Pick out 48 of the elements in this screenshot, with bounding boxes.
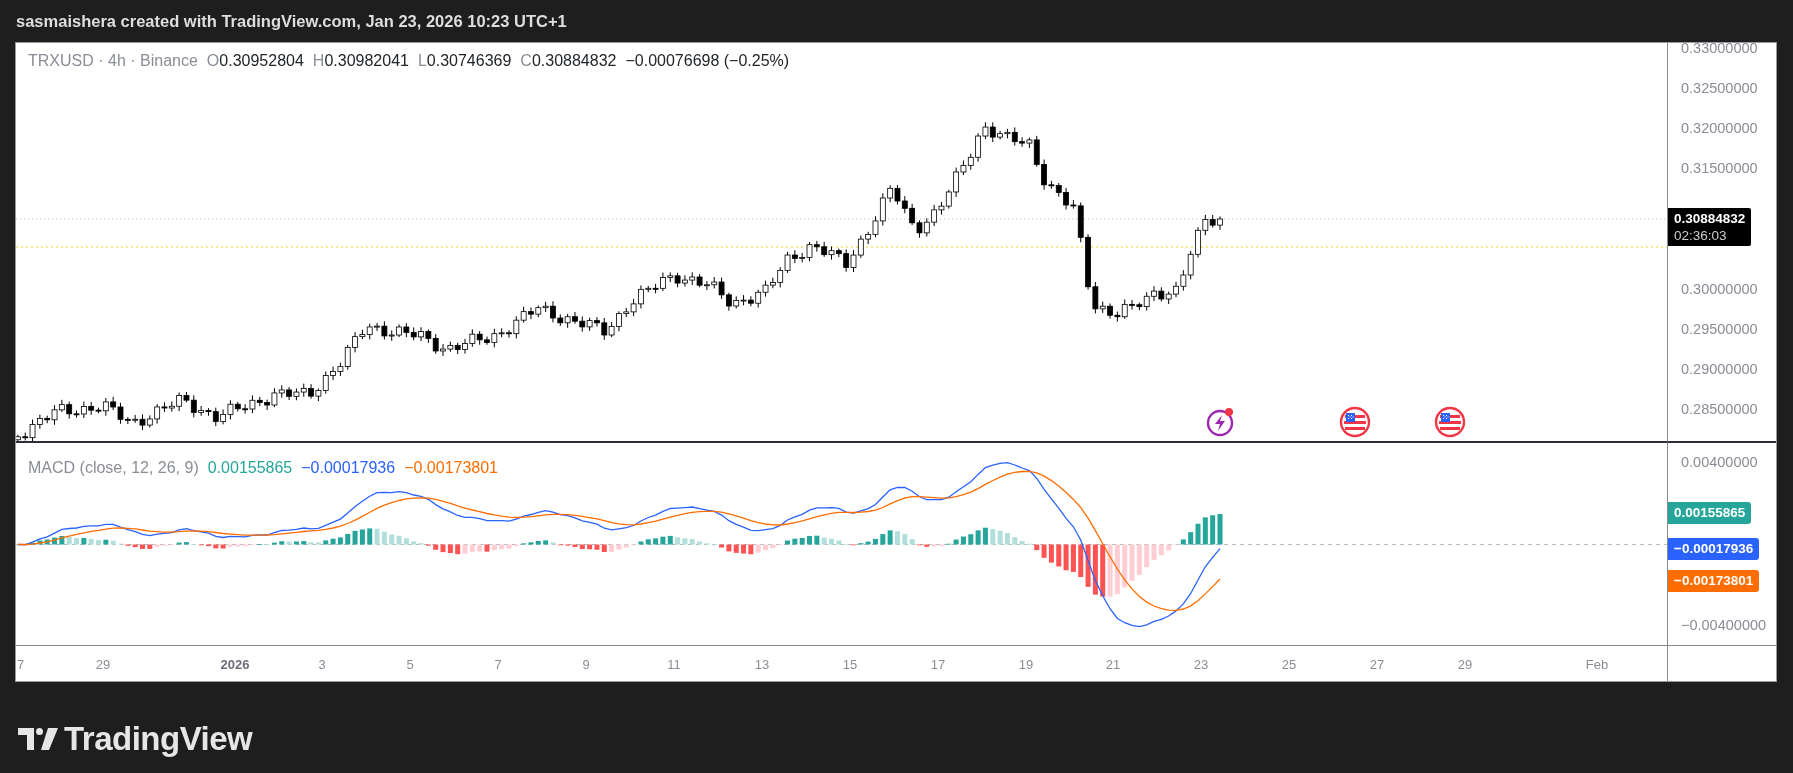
date-label: 11	[667, 656, 681, 674]
axis-label: 0.32500000	[1681, 79, 1758, 99]
date-label: 29	[95, 656, 111, 674]
axis-label: 0.31500000	[1681, 159, 1758, 179]
date-label: 9	[582, 656, 590, 674]
date-label: 27	[1369, 656, 1385, 674]
date-label: 5	[406, 656, 414, 674]
indicator-title: MACD (close, 12, 26, 9)	[28, 458, 199, 478]
axis-label: 0.28500000	[1681, 400, 1758, 419]
axis-label: 0.30000000	[1681, 279, 1758, 299]
flag-icon	[1339, 406, 1371, 438]
logo-text: TradingView	[64, 719, 253, 759]
value-label: −0.00173801	[1668, 569, 1760, 593]
indicator-value: −0.00173801	[404, 458, 498, 478]
value-label: 0.00155865	[1668, 501, 1752, 525]
price-change: −0.00076698 (−0.25%)	[625, 51, 790, 71]
date-label: 29	[1457, 656, 1473, 674]
axis-label: −0.00400000	[1681, 616, 1767, 636]
indicator-value: 0.00155865	[207, 458, 293, 478]
axis-label: 0.00400000	[1681, 453, 1758, 473]
last-price-label: 0.30884832 02:36:03	[1668, 208, 1752, 246]
date-label: 2026	[220, 656, 250, 674]
axis-label: 0.33000000	[1681, 39, 1758, 59]
axis-label: 0.32000000	[1681, 119, 1758, 139]
ohlc-reading: O0.30952804	[206, 51, 304, 71]
ohlc-reading: H0.30982041	[312, 51, 409, 71]
lightning-icon	[1206, 408, 1234, 437]
axis-label: 0.29000000	[1681, 359, 1758, 379]
date-label: 23	[1193, 656, 1209, 674]
date-label: 3	[318, 656, 326, 674]
flag-icon	[1434, 406, 1466, 438]
date-label: 7	[17, 656, 25, 674]
logo-icon	[18, 727, 58, 750]
date-label: 13	[754, 656, 770, 674]
date-label: 15	[842, 656, 858, 674]
watermark-caption: sasmaishera created with TradingView.com, Jan 23, 2026 10:23 UTC+1	[16, 10, 567, 32]
value-label: −0.00017936	[1668, 537, 1760, 561]
ohlc-reading: L0.30746369	[417, 51, 512, 71]
date-label: 7	[494, 656, 502, 674]
date-label: 25	[1281, 656, 1297, 674]
indicator-value: −0.00017936	[301, 458, 396, 478]
ohlc-reading: C0.30884832	[520, 51, 617, 71]
date-label: 17	[930, 656, 946, 674]
date-label: 19	[1018, 656, 1034, 674]
axis-label: 0.29500000	[1681, 319, 1758, 339]
date-label: 21	[1105, 656, 1121, 674]
symbol-title: TRXUSD · 4h · Binance	[28, 51, 198, 71]
date-label: Feb	[1585, 656, 1609, 674]
